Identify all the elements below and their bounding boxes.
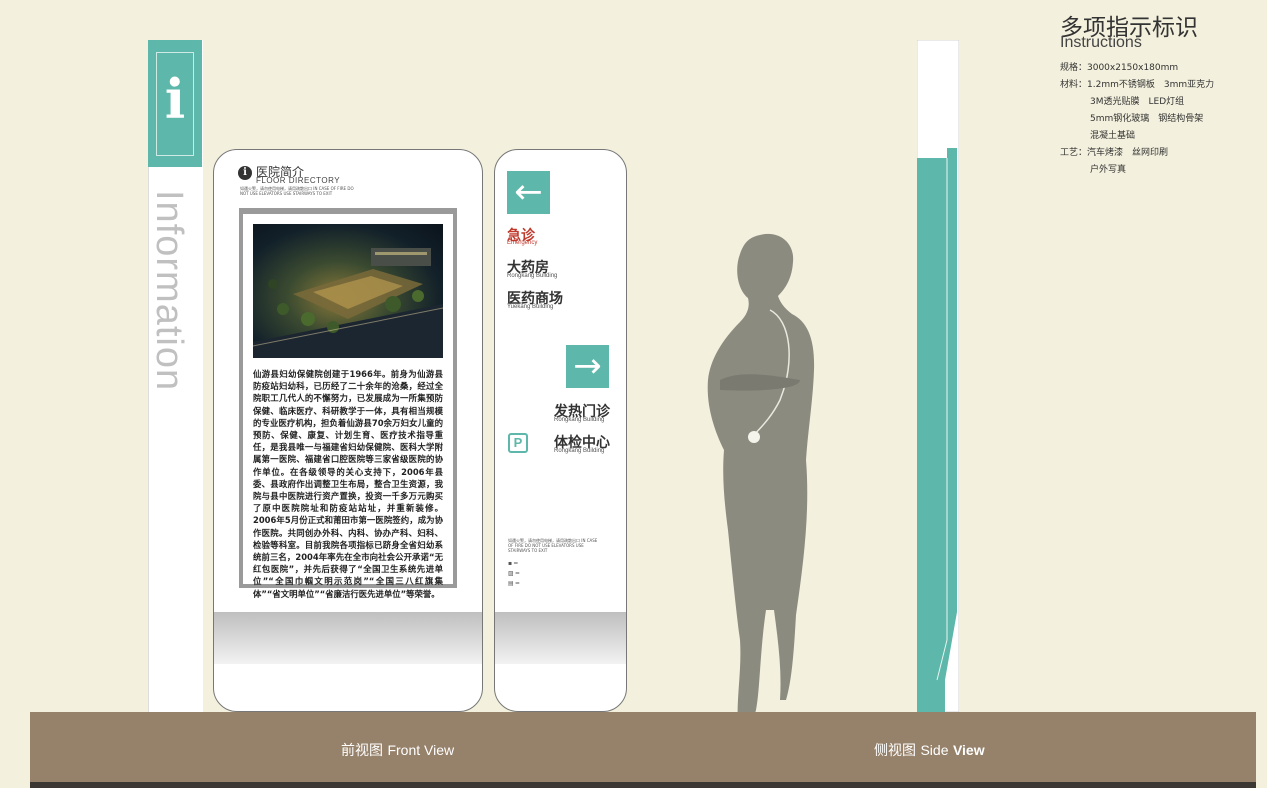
fever-clinic-label-en: Rongkang Building: [554, 417, 605, 423]
front-view-cn: 前视图: [341, 743, 383, 759]
side-view-sign: [916, 39, 960, 713]
spec-craft-1: 工艺：汽车烤漆 丝网印刷: [1060, 148, 1169, 158]
spec-craft-2: 户外写真: [1090, 165, 1127, 175]
spec-material-1: 材料：1.2mm不锈钢板 3mm亚克力: [1060, 80, 1215, 90]
side-view-cn: 侧视图: [874, 743, 916, 759]
person-silhouette: [700, 230, 830, 740]
info-icon: i: [238, 166, 252, 180]
hospital-introduction: 仙游县妇幼保健院创建于1966年。前身为仙游县防疫站妇幼科，已历经了二十余年的沧…: [253, 369, 443, 599]
info-icon: i: [164, 67, 186, 131]
side-view-en: Side: [920, 742, 949, 758]
spec-material-3: 5mm钢化玻璃 钢结构骨架: [1090, 114, 1204, 124]
parking-icon: P: [508, 433, 528, 453]
no-elevator-icon: ▨ ═: [508, 570, 520, 577]
side-view-label: 侧视图 Side View: [874, 740, 985, 760]
stairs-icon: ▤ ═: [508, 580, 520, 587]
panel-gray-band: [214, 612, 482, 664]
info-pylon-word: Information: [148, 190, 200, 420]
instructions-title-en: Instructions: [1060, 34, 1142, 51]
ground-base: [30, 782, 1256, 788]
ground: [30, 712, 1256, 782]
checkup-center-label-en: Rongkang Building: [554, 448, 605, 454]
emergency-label-en: Emergency: [507, 240, 538, 246]
hospital-night-photo: [253, 224, 443, 358]
fire-notice: 如遇火警，请勿使用电梯，请用疏散出口 IN CASE OF FIRE DO NO…: [240, 186, 354, 196]
directory-subtitle: FLOOR DIRECTORY: [256, 176, 341, 185]
information-vertical-text: Information: [148, 190, 190, 392]
front-view-en: Front View: [387, 742, 455, 758]
fire-notice: 如遇火警，请勿使用电梯，请用疏散出口 IN CASE OF FIRE DO NO…: [508, 538, 598, 553]
spec-size: 规格：3000x2150x180mm: [1060, 63, 1179, 73]
spec-material-4: 混凝土基础: [1090, 131, 1136, 141]
pharmacy-label-en: Rongkang Building: [507, 273, 558, 279]
left-arrow-icon: ←: [507, 171, 550, 214]
side-view-en-2: View: [952, 742, 985, 758]
panel-gray-band: [495, 612, 626, 664]
spec-material-2: 3M透光贴膜 LED灯组: [1090, 97, 1185, 107]
emergency-exit-icon: ▪ ═: [508, 560, 518, 567]
right-arrow-icon: →: [566, 345, 609, 388]
front-view-label: 前视图 Front View: [341, 740, 454, 760]
drugstore-label-en: Yuekang Building: [507, 304, 554, 310]
